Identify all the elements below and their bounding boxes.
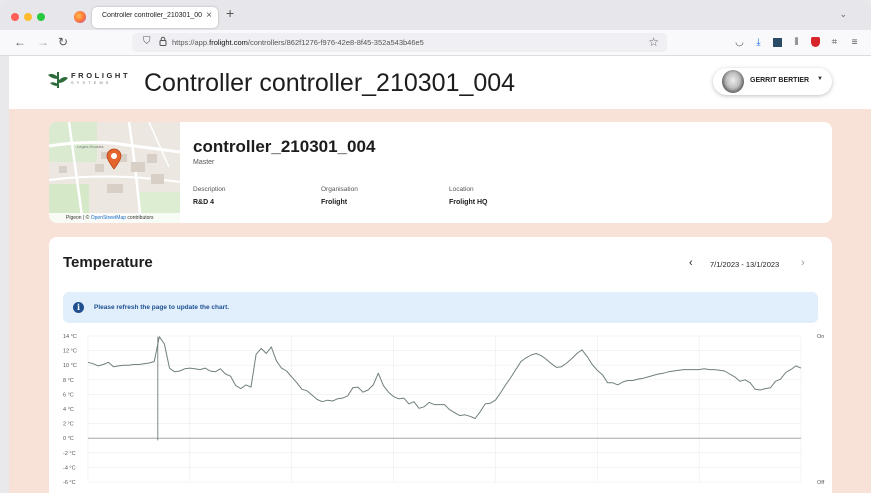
url-domain: frolight.com <box>209 38 248 47</box>
logo-text: FROLIGHT <box>71 71 131 80</box>
organisation-value: Frolight <box>321 199 348 206</box>
map-attribution: Pigeon | © OpenStreetMap contributors <box>49 213 180 223</box>
window-zoom-button[interactable] <box>37 13 45 21</box>
chart-series-line <box>87 336 802 419</box>
chart-y-tick-label: 2 °C <box>63 422 74 428</box>
page-title: Controller controller_210301_004 <box>144 69 516 97</box>
browser-nav-bar: ← → ↻ ⛉ https://app.frolight.com/control… <box>0 30 871 56</box>
chevron-down-icon: ▼ <box>817 76 823 82</box>
chart-y-tick-label: 6 °C <box>63 392 74 398</box>
location-value: Frolight HQ <box>449 199 488 206</box>
reload-icon[interactable]: ↻ <box>58 35 68 49</box>
window-minimize-button[interactable] <box>24 13 32 21</box>
browser-tab[interactable]: Controller controller_210301_004 | ... × <box>92 7 218 28</box>
map-street-label: Legen-Houstra <box>77 144 104 149</box>
avatar <box>722 70 744 93</box>
chart-y-tick-label: 14 °C <box>63 334 77 340</box>
forward-arrow-icon[interactable]: → <box>37 35 49 49</box>
map-attribution-prefix: Pigeon | © <box>66 215 91 221</box>
chart-y-tick-label: 8 °C <box>63 378 74 384</box>
library-icon[interactable]: ⦀ <box>791 37 802 48</box>
chart-y-tick-label: 12 °C <box>63 349 77 355</box>
lock-icon[interactable] <box>159 36 167 49</box>
menu-hamburger-icon[interactable]: ≡ <box>849 37 860 48</box>
controller-info-card: Legen-Houstra Pigeon | © OpenStreetMap c… <box>49 122 832 223</box>
map-attribution-suffix: contributors <box>126 215 154 221</box>
back-arrow-icon[interactable]: ← <box>14 35 26 49</box>
tab-title: Controller controller_210301_004 | ... <box>102 12 202 19</box>
temperature-chart[interactable]: 14 °C 12 °C 10 °C 8 °C 6 °C 4 °C 2 °C 0 °C -2 °C… <box>49 329 832 489</box>
app-header: FROLIGHT SYSTEMS Controller controller_2… <box>9 56 871 109</box>
new-tab-button[interactable]: + <box>226 5 234 21</box>
url-bar[interactable]: ⛉ https://app.frolight.com/controllers/8… <box>132 33 667 52</box>
temperature-card: Temperature ‹ 7/1/2023 - 13/1/2023 › i P… <box>49 237 832 493</box>
chart-y-tick-label: -4 °C <box>63 465 76 471</box>
crop-icon[interactable]: ⌗ <box>829 37 840 48</box>
organisation-label: Organisation <box>321 186 358 193</box>
logo-subtext: SYSTEMS <box>71 81 112 85</box>
openstreetmap-link[interactable]: OpenStreetMap <box>91 215 126 221</box>
location-label: Location <box>449 186 474 193</box>
url-text[interactable]: https://app.frolight.com/controllers/862… <box>172 38 424 47</box>
firefox-view-icon[interactable] <box>74 11 86 23</box>
chart-y-tick-label: -2 °C <box>63 451 76 457</box>
chart-y-tick-label: 4 °C <box>63 407 74 413</box>
browser-tab-bar: Controller controller_210301_004 | ... ×… <box>0 0 871 30</box>
date-range: 7/1/2023 - 13/1/2023 <box>710 260 780 269</box>
chart-right-axis-label-off: Off <box>817 480 825 486</box>
pocket-icon[interactable]: ◡ <box>734 37 745 48</box>
window-close-button[interactable] <box>11 13 19 21</box>
tracking-shield-icon[interactable]: ⛉ <box>143 36 151 47</box>
chart-right-axis-label-on: On <box>817 334 824 340</box>
location-map[interactable]: Legen-Houstra <box>49 122 180 223</box>
description-value: R&D 4 <box>193 199 215 206</box>
map-marker-icon[interactable] <box>106 148 122 170</box>
chart-y-tick-label: 10 °C <box>63 363 77 369</box>
url-prefix: https://app. <box>172 38 210 47</box>
chart-y-tick-label: -6 °C <box>63 480 76 486</box>
page-content: FROLIGHT SYSTEMS Controller controller_2… <box>9 56 871 493</box>
frolight-logo-icon[interactable] <box>47 70 69 90</box>
next-range-chevron-icon[interactable]: › <box>801 257 805 269</box>
bookmark-star-icon[interactable]: ☆ <box>648 35 659 49</box>
controller-role: Master <box>193 159 215 166</box>
user-menu-button[interactable]: GERRIT BERTIER ▼ <box>713 68 832 95</box>
description-label: Description <box>193 186 226 193</box>
tab-list-chevron-icon[interactable]: ⌄ <box>839 9 847 20</box>
tab-close-icon[interactable]: × <box>206 10 212 21</box>
user-name: GERRIT BERTIER <box>750 77 810 84</box>
download-icon[interactable]: ⤓ <box>753 37 764 48</box>
info-icon: i <box>73 302 84 313</box>
alert-text: Please refresh the page to update the ch… <box>94 304 230 311</box>
controller-name: controller_210301_004 <box>193 137 376 156</box>
shield-extension-icon[interactable] <box>810 37 821 48</box>
refresh-alert: i Please refresh the page to update the … <box>63 292 818 323</box>
url-path: /controllers/862f1276-f976-42e8-8f45-352… <box>247 38 424 47</box>
previous-range-chevron-icon[interactable]: ‹ <box>689 257 693 269</box>
chart-y-tick-label: 0 °C <box>63 436 74 442</box>
temperature-title: Temperature <box>63 254 153 271</box>
extension-square-icon[interactable] <box>772 37 783 48</box>
